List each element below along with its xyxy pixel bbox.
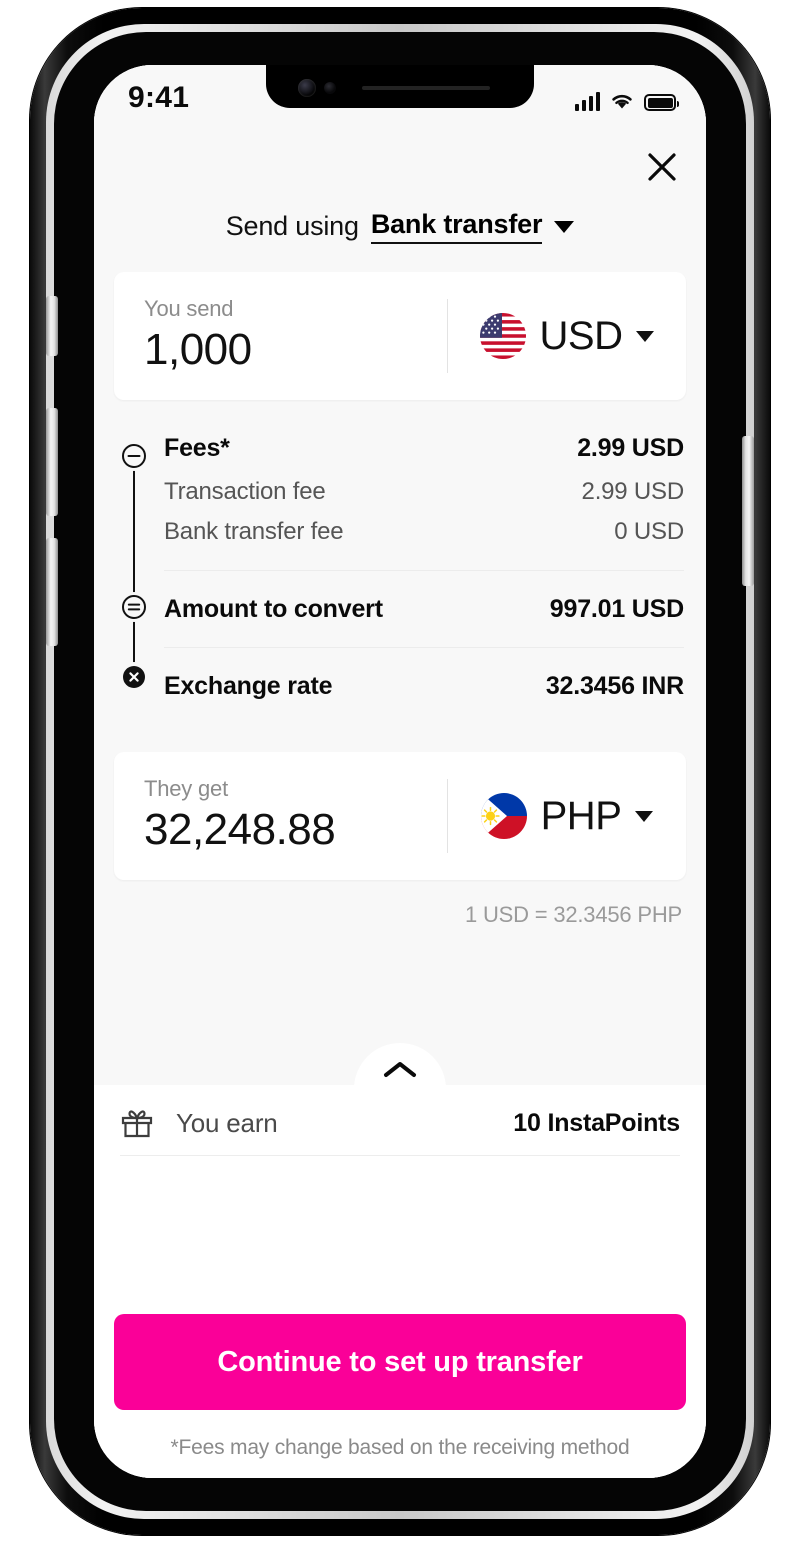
exchange-rate-value: 32.3456 INR (545, 671, 684, 700)
receive-currency-code: PHP (540, 793, 622, 838)
amount-to-convert-value: 997.01 USD (549, 594, 684, 623)
flag-usa-icon (479, 313, 526, 359)
send-using-label: Send using (225, 211, 359, 241)
exchange-rate-note: 1 USD = 32.3456 PHP (465, 902, 682, 927)
send-method-value[interactable]: Bank transfer (370, 209, 542, 244)
bank-transfer-fee-row: Bank transfer fee 0 USD (164, 518, 684, 558)
fees-value: 2.99 USD (577, 434, 684, 462)
amount-to-convert-row: Amount to convert 997.01 USD (164, 583, 684, 635)
earpiece-speaker (362, 86, 490, 90)
continue-button[interactable]: Continue to set up transfer (114, 1314, 686, 1410)
breakdown-rail (133, 456, 135, 678)
exchange-rate-row: Exchange rate 32.3456 INR (164, 660, 684, 712)
receive-currency-selector[interactable]: PHP (448, 793, 686, 839)
you-earn-value: 10 InstaPoints (513, 1108, 680, 1137)
you-send-left: You send 1,000 (114, 296, 447, 377)
phone-screen: 9:41 Send using Bank transfer You send 1… (94, 65, 706, 1478)
chevron-down-icon (636, 330, 655, 342)
you-send-amount-input[interactable]: 1,000 (144, 322, 447, 377)
equals-circle-icon (119, 592, 149, 622)
expand-details-button[interactable] (354, 1043, 446, 1135)
they-get-card[interactable]: They get 32,248.88 PHP (114, 752, 686, 880)
divider (164, 647, 684, 648)
status-bar-icons (575, 85, 679, 111)
you-send-card[interactable]: You send 1,000 USD (114, 272, 686, 400)
amount-to-convert-label: Amount to convert (164, 594, 383, 623)
close-row (94, 137, 706, 203)
front-camera-icon (298, 79, 316, 97)
phone-frame: 9:41 Send using Bank transfer You send 1… (30, 8, 770, 1535)
chevron-up-icon (384, 1062, 416, 1077)
flag-philippines-icon (480, 793, 527, 839)
send-currency-selector[interactable]: USD (448, 313, 686, 359)
battery-icon (644, 94, 679, 111)
transaction-fee-value: 2.99 USD (581, 478, 685, 505)
fees-label: Fees* (164, 434, 230, 462)
silent-switch-button[interactable] (46, 296, 58, 356)
they-get-amount-input[interactable]: 32,248.88 (144, 802, 447, 857)
footer: Continue to set up transfer *Fees may ch… (94, 1314, 706, 1478)
wifi-icon (612, 94, 632, 109)
you-send-label: You send (144, 295, 234, 321)
they-get-label: They get (144, 775, 229, 801)
fees-row: Fees* 2.99 USD (164, 434, 684, 478)
minus-circle-icon (119, 441, 149, 471)
proximity-sensor-icon (324, 82, 336, 94)
divider (120, 1155, 680, 1156)
cellular-bars-icon (575, 91, 600, 111)
fee-breakdown: Fees* 2.99 USD Transaction fee 2.99 USD … (116, 434, 684, 712)
you-earn-label: You earn (176, 1107, 278, 1138)
volume-up-button[interactable] (46, 408, 58, 516)
they-get-left: They get 32,248.88 (114, 776, 447, 857)
chevron-down-icon[interactable] (554, 220, 575, 233)
close-icon (648, 153, 676, 181)
volume-down-button[interactable] (46, 538, 58, 646)
divider (164, 570, 684, 571)
app-screen: 9:41 Send using Bank transfer You send 1… (94, 65, 706, 1478)
transaction-fee-row: Transaction fee 2.99 USD (164, 478, 684, 518)
transaction-fee-label: Transaction fee (164, 478, 326, 505)
times-circle-icon (119, 662, 149, 692)
send-currency-code: USD (539, 313, 623, 358)
transfer-sheet: 9:41 Send using Bank transfer You send 1… (94, 65, 706, 1085)
close-button[interactable] (640, 145, 684, 189)
exchange-rate-label: Exchange rate (164, 671, 333, 700)
fees-disclaimer: *Fees may change based on the receiving … (170, 1436, 630, 1459)
notch (266, 65, 534, 108)
send-using-row: Send using Bank transfer (94, 203, 706, 244)
bank-transfer-fee-label: Bank transfer fee (164, 518, 344, 545)
chevron-down-icon (635, 810, 654, 822)
screenshot-stage: 9:41 Send using Bank transfer You send 1… (0, 0, 800, 1543)
bank-transfer-fee-value: 0 USD (614, 518, 684, 545)
earn-strip: You earn 10 InstaPoints (94, 1043, 706, 1181)
power-button[interactable] (742, 436, 754, 586)
status-bar-clock: 9:41 (128, 81, 190, 114)
gift-icon (121, 1110, 153, 1138)
